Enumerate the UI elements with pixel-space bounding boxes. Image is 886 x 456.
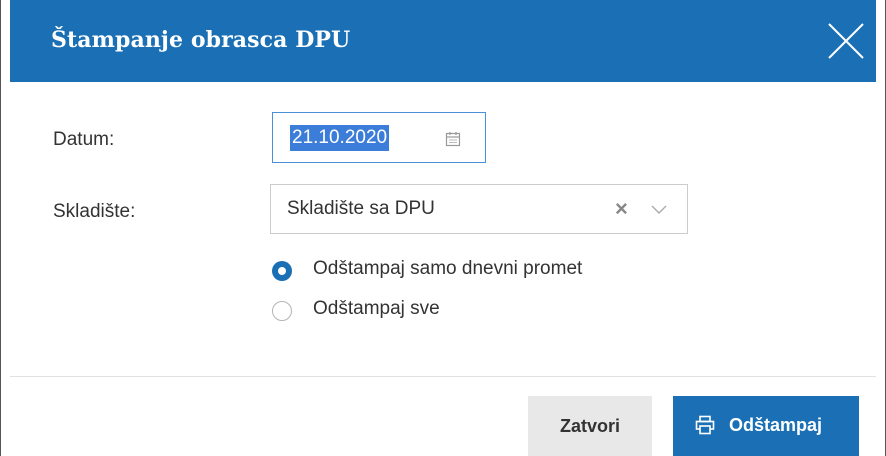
dialog-header: Štampanje obrasca DPU [10, 0, 876, 82]
chevron-down-icon[interactable] [651, 205, 667, 215]
date-input[interactable]: 21.10.2020 [272, 112, 486, 163]
radio-unselected-icon[interactable] [272, 301, 292, 321]
print-button[interactable]: Odštampaj [673, 396, 859, 456]
radio-label: Odštampaj samo dnevni promet [313, 258, 583, 279]
printer-icon [695, 415, 715, 435]
date-label: Datum: [53, 129, 115, 150]
calendar-icon[interactable] [445, 131, 461, 147]
window-edge-left [0, 0, 1, 456]
radio-selected-icon[interactable] [272, 261, 292, 281]
dialog-title: Štampanje obrasca DPU [51, 27, 351, 53]
close-icon[interactable] [826, 21, 866, 61]
warehouse-label: Skladište: [53, 201, 136, 222]
date-value[interactable]: 21.10.2020 [290, 125, 390, 151]
warehouse-select[interactable]: Skladište sa DPU × [270, 184, 688, 234]
radio-label: Odštampaj sve [313, 298, 440, 319]
warehouse-value: Skladište sa DPU [287, 198, 435, 219]
close-button[interactable]: Zatvori [528, 396, 652, 456]
footer-divider [10, 376, 876, 377]
clear-icon[interactable]: × [615, 196, 628, 222]
print-button-label: Odštampaj [729, 415, 823, 435]
